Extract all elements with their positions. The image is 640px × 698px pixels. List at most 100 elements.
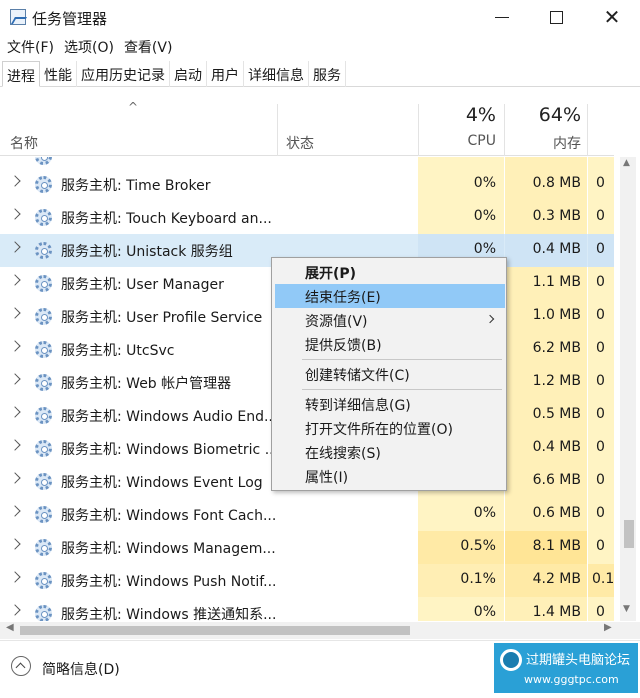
column-cpu[interactable]: CPU	[430, 133, 496, 149]
process-name: 服务主机: Windows Event Log	[61, 475, 263, 491]
menu-item-resource-values[interactable]: 资源值(V)	[275, 308, 505, 332]
expand-chevron-icon[interactable]	[9, 406, 21, 418]
expand-chevron-icon[interactable]	[9, 472, 21, 484]
process-name: 服务主机: Windows Font Cach...	[61, 508, 277, 524]
tab-startup[interactable]: 启动	[170, 61, 207, 87]
tab-details[interactable]: 详细信息	[244, 61, 309, 87]
process-disk: 0	[596, 175, 605, 191]
table-row[interactable]: 服务主机: Windows Push Notif... 0.1% 4.2 MB …	[0, 564, 614, 597]
tab-app-history[interactable]: 应用历史记录	[77, 61, 170, 87]
expand-chevron-icon[interactable]	[9, 373, 21, 385]
menu-item-go-to-details[interactable]: 转到详细信息(G)	[275, 392, 505, 416]
menu-item-expand[interactable]: 展开(P)	[275, 260, 505, 284]
task-manager-icon	[10, 9, 26, 25]
column-divider[interactable]	[277, 104, 278, 156]
process-disk: 0	[596, 340, 605, 356]
expand-chevron-icon[interactable]	[9, 571, 21, 583]
column-name[interactable]: 名称	[10, 133, 38, 153]
close-button[interactable]: ✕	[586, 0, 638, 34]
menu-item-search-online[interactable]: 在线搜索(S)	[275, 440, 505, 464]
vertical-scrollbar[interactable]	[620, 157, 636, 621]
column-header: 名称 状态 4% CPU 64% 内存	[0, 88, 614, 156]
tab-users[interactable]: 用户	[207, 61, 244, 87]
expand-chevron-icon[interactable]	[9, 340, 21, 352]
process-memory: 6.6 MB	[532, 472, 581, 488]
process-disk: 0	[596, 241, 605, 257]
table-row[interactable]: 服务主机: Windows Managem... 0.5% 8.1 MB 0	[0, 531, 614, 564]
column-divider[interactable]	[418, 104, 419, 156]
process-memory: 1.2 MB	[532, 373, 581, 389]
tab-strip: 进程 性能 应用历史记录 启动 用户 详细信息 服务	[0, 61, 640, 87]
expand-chevron-icon[interactable]	[9, 241, 21, 253]
tab-processes[interactable]: 进程	[2, 61, 40, 87]
tab-services[interactable]: 服务	[309, 61, 346, 87]
table-row[interactable]: 服务主机: Touch Keyboard an... 0% 0.3 MB 0	[0, 201, 614, 234]
expand-chevron-icon[interactable]	[9, 439, 21, 451]
process-memory: 1.0 MB	[532, 307, 581, 323]
scroll-right-icon[interactable]: ▶	[604, 622, 612, 633]
process-disk: 0	[596, 274, 605, 290]
column-memory[interactable]: 内存	[510, 133, 581, 153]
submenu-arrow-icon	[485, 314, 495, 324]
process-name: 服务主机: User Profile Service	[61, 310, 263, 326]
table-row[interactable]: 服务主机: Windows 推送通知系... 0% 1.4 MB 0	[0, 597, 614, 621]
expand-chevron-icon[interactable]	[9, 538, 21, 550]
tab-performance[interactable]: 性能	[40, 61, 77, 87]
column-divider[interactable]	[587, 104, 588, 156]
process-memory: 0.6 MB	[532, 505, 581, 521]
table-row[interactable]: 服务主机: Windows Font Cach... 0% 0.6 MB 0	[0, 498, 614, 531]
menu-item-properties[interactable]: 属性(I)	[275, 464, 505, 488]
process-memory: 0.5 MB	[532, 406, 581, 422]
menu-item-open-file-location[interactable]: 打开文件所在的位置(O)	[275, 416, 505, 440]
window-title: 任务管理器	[32, 10, 108, 28]
sort-ascending-icon: ^	[128, 100, 139, 114]
process-disk: 0.1	[592, 571, 614, 587]
expand-chevron-icon[interactable]	[9, 208, 21, 220]
menu-options[interactable]: 选项(O)	[63, 34, 119, 60]
scroll-left-icon[interactable]: ◀	[6, 622, 14, 633]
process-disk: 0	[596, 439, 605, 455]
scroll-up-icon[interactable]: ▲	[623, 158, 630, 168]
fewer-details-link[interactable]: 简略信息(D)	[42, 659, 120, 679]
process-name: 服务主机: Windows 推送通知系...	[61, 607, 277, 621]
menu-bar: 文件(F) 选项(O) 查看(V)	[0, 34, 640, 60]
menu-view[interactable]: 查看(V)	[123, 34, 178, 60]
service-gear-icon	[35, 176, 52, 193]
process-name: 服务主机: Windows Push Notif...	[61, 574, 277, 590]
process-memory: 0.3 MB	[532, 208, 581, 224]
expand-chevron-icon[interactable]	[9, 175, 21, 187]
column-status[interactable]: 状态	[286, 133, 314, 153]
service-gear-icon	[35, 341, 52, 358]
table-row[interactable]: 服务主机: Time Broker 0% 0.8 MB 0	[0, 168, 614, 201]
service-gear-icon	[35, 506, 52, 523]
watermark-url: www.gggtpc.com	[524, 673, 619, 686]
menu-item-create-dump[interactable]: 创建转储文件(C)	[275, 362, 505, 386]
process-cpu: 0%	[473, 208, 496, 224]
maximize-button[interactable]	[530, 0, 582, 34]
column-divider[interactable]	[504, 104, 505, 156]
process-memory: 1.1 MB	[532, 274, 581, 290]
process-cpu: 0%	[473, 604, 496, 620]
vertical-scroll-thumb[interactable]	[624, 520, 634, 548]
expand-chevron-icon[interactable]	[9, 307, 21, 319]
expand-chevron-icon[interactable]	[9, 604, 21, 616]
menu-item-feedback[interactable]: 提供反馈(B)	[275, 332, 505, 356]
collapse-chevron-icon[interactable]	[11, 656, 31, 676]
service-gear-icon	[35, 440, 52, 457]
service-gear-icon	[35, 473, 52, 490]
menu-item-end-task[interactable]: 结束任务(E)	[275, 284, 505, 308]
process-name: 服务主机: Windows Managem...	[61, 541, 276, 557]
minimize-button[interactable]	[476, 0, 528, 34]
process-disk: 0	[596, 604, 605, 620]
expand-chevron-icon[interactable]	[9, 505, 21, 517]
expand-chevron-icon[interactable]	[9, 274, 21, 286]
menu-file[interactable]: 文件(F)	[6, 34, 59, 60]
maximize-icon	[549, 10, 563, 24]
process-cpu: 0%	[473, 241, 496, 257]
horizontal-scroll-thumb[interactable]	[20, 626, 410, 635]
process-cpu: 0.5%	[460, 538, 496, 554]
process-memory: 0.4 MB	[532, 439, 581, 455]
process-disk: 0	[596, 538, 605, 554]
menu-item-label: 资源值(V)	[305, 314, 368, 330]
scroll-down-icon[interactable]: ▼	[623, 604, 630, 614]
